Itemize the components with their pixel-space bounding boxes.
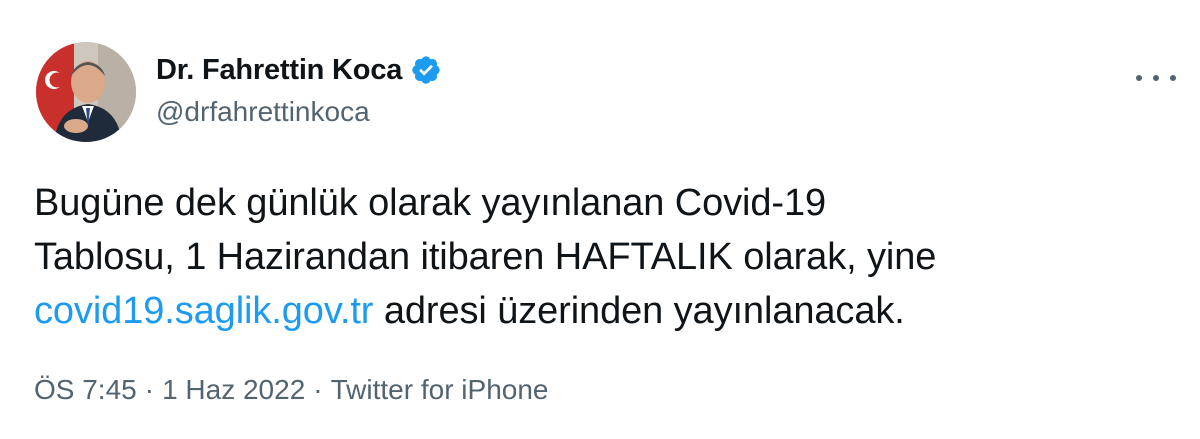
- avatar[interactable]: [36, 42, 136, 142]
- tweet-card: Dr. Fahrettin Koca @drfahrettinkoca Bugü…: [0, 0, 1200, 439]
- meta-separator: ·: [313, 374, 323, 405]
- tweet-text-line-2: Tablosu, 1 Hazirandan itibaren HAFTALIK …: [34, 236, 937, 278]
- dot-icon: [1153, 75, 1159, 81]
- tweet-meta: ÖS 7:45 · 1 Haz 2022 · Twitter for iPhon…: [34, 374, 548, 406]
- dot-icon: [1170, 75, 1176, 81]
- meta-separator: ·: [144, 374, 155, 405]
- tweet-time[interactable]: ÖS 7:45: [34, 374, 137, 406]
- dot-icon: [1136, 75, 1142, 81]
- tweet-text-line-3: adresi üzerinden yayınlanacak.: [373, 290, 905, 332]
- tweet-date[interactable]: 1 Haz 2022: [162, 374, 305, 406]
- more-options-icon[interactable]: [1136, 66, 1176, 90]
- tweet-link[interactable]: covid19.saglik.gov.tr: [34, 290, 373, 332]
- tweet-source[interactable]: Twitter for iPhone: [331, 374, 549, 406]
- verified-badge-icon: [410, 54, 442, 86]
- author-handle[interactable]: @drfahrettinkoca: [156, 96, 442, 128]
- tweet-text: Bugüne dek günlük olarak yayınlanan Covi…: [34, 176, 1154, 338]
- author-block: Dr. Fahrettin Koca @drfahrettinkoca: [156, 50, 442, 128]
- tweet-text-line-1: Bugüne dek günlük olarak yayınlanan Covi…: [34, 182, 827, 224]
- author-display-name[interactable]: Dr. Fahrettin Koca: [156, 54, 402, 87]
- author-name-row: Dr. Fahrettin Koca: [156, 50, 442, 90]
